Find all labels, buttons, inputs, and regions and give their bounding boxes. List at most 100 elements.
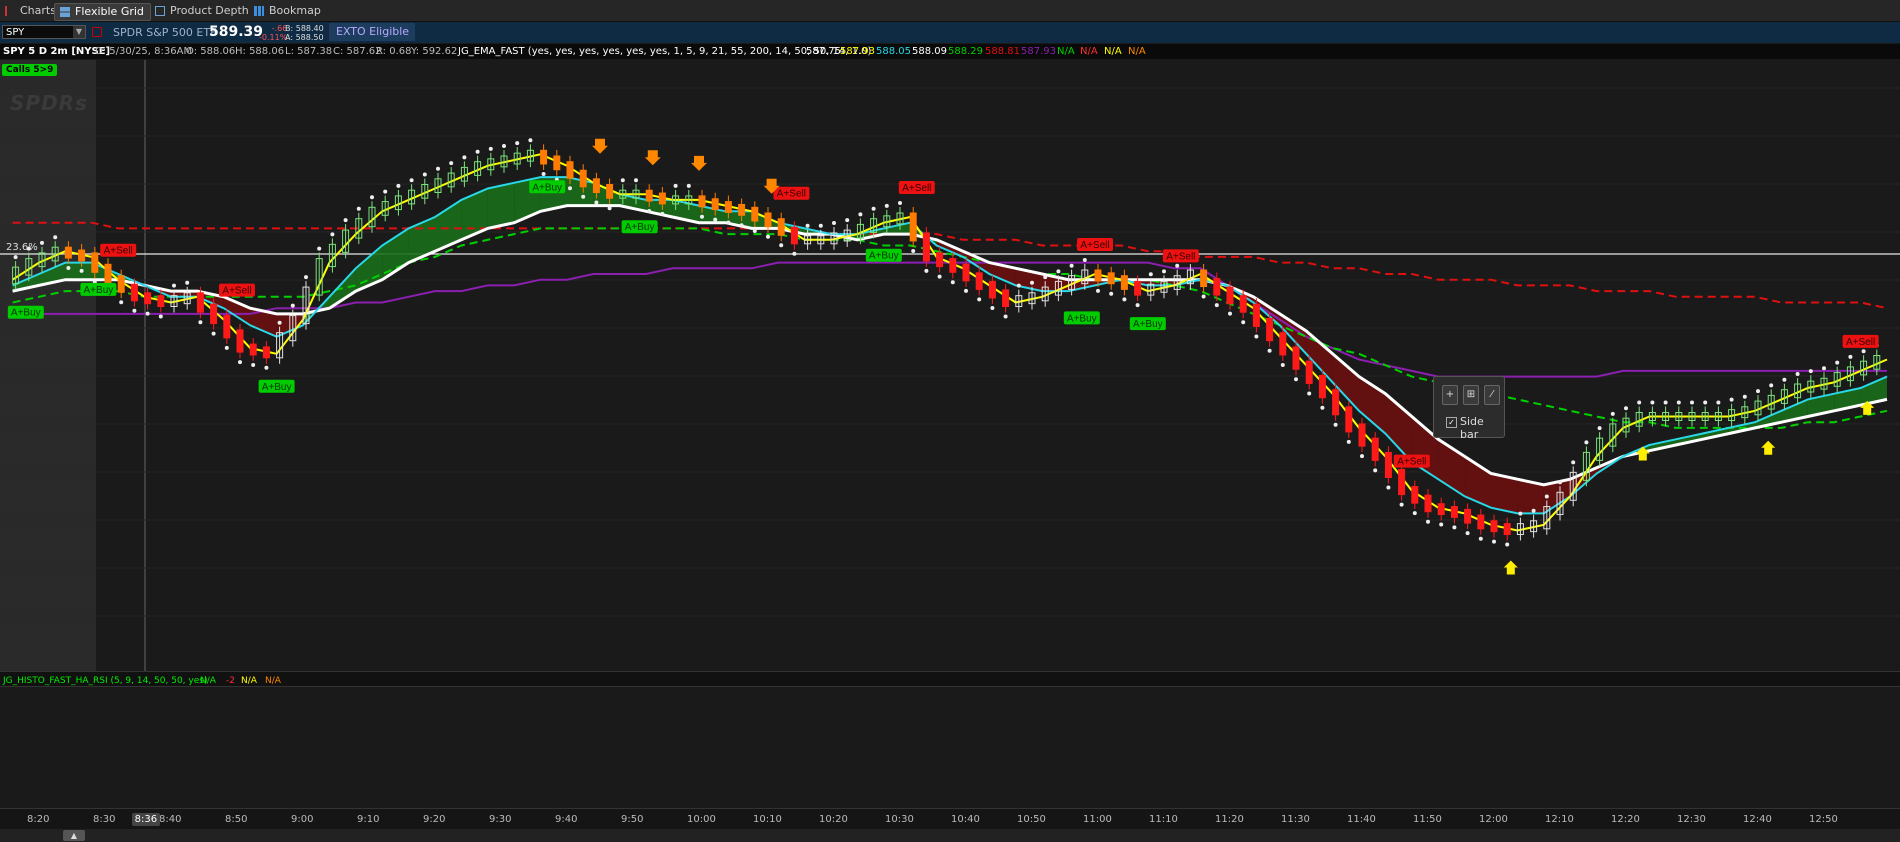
expand-panel-button[interactable]: ⊞ (1463, 385, 1479, 405)
candle-dot (726, 220, 731, 225)
candle-dot (1280, 362, 1285, 367)
candle-body (1292, 346, 1300, 370)
candles (12, 138, 1881, 547)
candle-dot (1333, 422, 1338, 427)
candle-body (1213, 278, 1221, 296)
candle-dot (1412, 511, 1417, 516)
study-na-1: N/A (1057, 46, 1075, 57)
add-panel-button[interactable]: + (1442, 385, 1458, 405)
candle-dot (1030, 280, 1034, 285)
candle-dot (1003, 314, 1008, 319)
tab-label: Charts (20, 4, 56, 17)
time-label: 10:50 (1017, 814, 1046, 825)
chevron-down-icon[interactable]: ▼ (73, 26, 85, 38)
bar-open: O: 588.06 (186, 46, 236, 57)
candle-body (1503, 523, 1511, 536)
candle-dot (1808, 369, 1813, 374)
exto-eligible-badge[interactable]: EXTO Eligible (329, 23, 416, 41)
candle-dot (858, 212, 863, 217)
candle-body (64, 246, 72, 259)
time-label: 9:30 (489, 814, 512, 825)
candle-dot (1241, 320, 1246, 325)
sell-signal-label: A+Sell (1080, 240, 1109, 251)
candle-dot (739, 223, 744, 228)
bid-value: B: 588.40 (285, 24, 324, 33)
candle-body (1120, 275, 1128, 290)
horizontal-scrollbar[interactable]: ▲ (0, 829, 1900, 842)
time-label: 9:50 (621, 814, 644, 825)
candle-body (988, 280, 996, 299)
tab-product-depth[interactable]: Product Depth (150, 3, 255, 19)
study-value-6: 588.81 (985, 46, 1020, 57)
candle-dot (1426, 519, 1430, 524)
tab-flexible-grid[interactable]: Flexible Grid (54, 3, 151, 21)
candle-body (1450, 506, 1458, 518)
candle-dot (1637, 400, 1642, 405)
up-arrow-icon (1761, 440, 1776, 455)
candle-body (724, 201, 732, 213)
time-axis[interactable]: 8:20 8:30 8:40 8:50 9:00 9:10 9:20 9:30 9:40 9:50… (0, 808, 1900, 829)
study-value-7: 587.93 (1021, 46, 1056, 57)
candle-dot (356, 206, 361, 211)
candle-body (764, 212, 772, 228)
candle-dot (290, 303, 295, 308)
candle-dot (158, 314, 163, 319)
candle-dot (647, 209, 652, 214)
candle-dot (792, 251, 797, 256)
candle-dot (198, 320, 203, 325)
candle-dot (1478, 536, 1483, 541)
candle-dot (1558, 480, 1562, 485)
candle-dot (1769, 383, 1774, 388)
candle-dot (1742, 394, 1747, 399)
tab-label: Flexible Grid (75, 5, 144, 18)
candle-dot (66, 266, 71, 271)
candle-body (78, 249, 86, 262)
candle-body (1226, 286, 1234, 305)
candle-dot (1624, 406, 1628, 411)
candle-body (1371, 437, 1379, 461)
candle-dot (1571, 460, 1576, 465)
candle-body (579, 169, 587, 188)
candle-dot (502, 144, 506, 148)
candle-body (249, 343, 257, 356)
candle-dot (409, 178, 414, 183)
draw-tool-button[interactable]: ⁄ (1484, 385, 1500, 405)
symbol-description: SPDR S&P 500 ETF (113, 26, 217, 39)
time-label: 8:20 (27, 814, 50, 825)
candle-dot (1452, 525, 1457, 530)
candle-body (196, 292, 204, 313)
scroll-handle-icon[interactable]: ▲ (63, 830, 85, 841)
candle-body (130, 283, 138, 302)
premarket-shade (0, 60, 96, 671)
side-bar-checkbox[interactable]: ✓ (1446, 417, 1457, 428)
time-label: 11:10 (1149, 814, 1178, 825)
symbol-bar: SPY ▼ SPDR S&P 500 ETF 589.39 -.66 -0.11%… (0, 22, 1900, 43)
candle-dot (383, 189, 388, 194)
candle-body (711, 198, 719, 211)
bar-high: H: 588.06 (235, 46, 285, 57)
tab-bookmap[interactable]: Bookmap (249, 3, 327, 19)
candle-dot (1135, 303, 1140, 308)
candle-dot (1650, 400, 1655, 405)
link-icon[interactable] (92, 27, 102, 37)
tab-charts[interactable]: Charts (0, 3, 62, 19)
change-percent: -0.11% (259, 33, 288, 42)
bar-range: R: 0.68 (376, 46, 412, 57)
candle-body (1094, 269, 1102, 282)
candle-body (698, 195, 706, 208)
candle-dot (1096, 288, 1100, 293)
panel-separator[interactable] (0, 671, 1900, 687)
candle-body (606, 184, 614, 199)
buy-signal-label: A+Buy (262, 382, 292, 393)
down-arrow-icon (592, 138, 608, 154)
candle-dot (832, 220, 836, 225)
candle-body (1332, 389, 1340, 416)
candle-dot (871, 206, 876, 211)
histo-title[interactable]: JG_HISTO_FAST_HA_RSI (5, 9, 14, 50, 50, … (3, 675, 207, 687)
price-chart[interactable]: A+Buy A+Buy A+Buy A+Buy A+Buy A+Buy A+Buy A+Buy… (0, 60, 1900, 671)
histo-value: -2 (226, 676, 235, 686)
candle-body (592, 178, 600, 194)
chart-icon (5, 6, 17, 16)
candle-dot (1505, 542, 1510, 547)
candle-body (1358, 423, 1366, 447)
